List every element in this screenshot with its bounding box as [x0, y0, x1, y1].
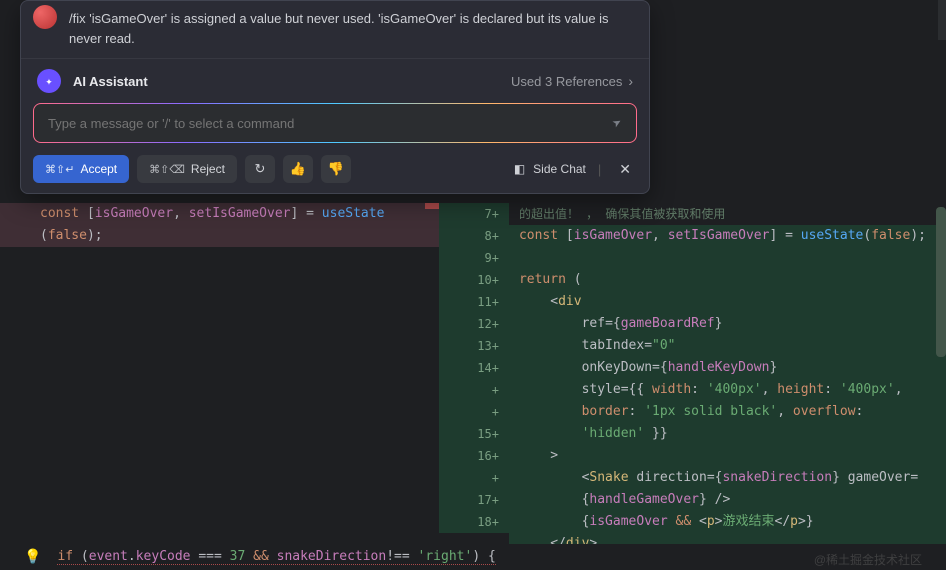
reject-label: Reject	[191, 162, 225, 176]
gutter-line: 17+	[439, 489, 509, 511]
references-text: Used 3 References	[511, 74, 622, 89]
error-mark[interactable]	[425, 203, 439, 209]
accept-label: Accept	[80, 162, 117, 176]
gutter-line: 16+	[439, 445, 509, 467]
bottom-code-line: if (event.keyCode === 37 && snakeDirecti…	[57, 549, 495, 565]
accept-button[interactable]: ⌘⇧↵ Accept	[33, 155, 129, 183]
refresh-button[interactable]: ↻	[245, 155, 275, 183]
diff-right-pane: 的超出值！ ， 确保其值被获取和使用 const [isGameOver, se…	[509, 195, 946, 540]
gutter-line: 7+	[439, 203, 509, 225]
input-container: ➤	[33, 103, 637, 143]
user-avatar	[33, 5, 57, 29]
gutter-line: 14+	[439, 357, 509, 379]
refresh-icon: ↻	[254, 161, 265, 177]
line-gutter: 7+ 8+ 9+ 10+ 11+ 12+ 13+ 14+ + + 15+ 16+…	[439, 195, 509, 540]
bottom-editor-line: 💡 if (event.keyCode === 37 && snakeDirec…	[0, 544, 946, 570]
accept-shortcut: ⌘⇧↵	[45, 163, 74, 176]
references-link[interactable]: Used 3 References ›	[511, 73, 633, 89]
gutter-line: 18+	[439, 511, 509, 533]
watermark: @稀土掘金技术社区	[814, 551, 922, 568]
gutter-line: 11+	[439, 291, 509, 313]
main-scrollbar[interactable]	[938, 0, 946, 40]
left-scrollbar[interactable]	[425, 195, 439, 339]
thumbs-up-icon: 👍	[290, 161, 306, 177]
gutter-line: +	[439, 401, 509, 423]
thumbs-down-button[interactable]: 👎	[321, 155, 351, 183]
inline-hint: 的超出值！ ， 确保其值被获取和使用	[509, 203, 946, 225]
lightbulb-icon[interactable]: 💡	[24, 549, 41, 565]
panel-icon: ◧	[514, 162, 525, 176]
divider: |	[598, 162, 601, 177]
gutter-line: 8+	[439, 225, 509, 247]
gutter-line: +	[439, 467, 509, 489]
ai-assistant-panel: /fix 'isGameOver' is assigned a value bu…	[20, 0, 650, 194]
reject-button[interactable]: ⌘⇧⌫ Reject	[137, 155, 237, 183]
warning-row: /fix 'isGameOver' is assigned a value bu…	[21, 1, 649, 59]
action-row: ⌘⇧↵ Accept ⌘⇧⌫ Reject ↻ 👍 👎 ◧ Side Chat …	[21, 143, 649, 183]
diff-view: const [isGameOver, setIsGameOver] = useS…	[0, 195, 946, 540]
gutter-line: 13+	[439, 335, 509, 357]
gutter-line: 10+	[439, 269, 509, 291]
message-input[interactable]	[48, 116, 613, 131]
scroll-thumb[interactable]	[936, 207, 946, 357]
ai-avatar-icon: ✦	[37, 69, 61, 93]
gutter-line: +	[439, 379, 509, 401]
close-button[interactable]: ✕	[613, 161, 637, 178]
gutter-line: 15+	[439, 423, 509, 445]
reject-shortcut: ⌘⇧⌫	[149, 163, 185, 176]
gutter-line: 9+	[439, 247, 509, 269]
chevron-right-icon: ›	[628, 73, 633, 89]
diff-left-pane: const [isGameOver, setIsGameOver] = useS…	[0, 195, 439, 540]
gutter-line: 12+	[439, 313, 509, 335]
side-chat-button[interactable]: ◧ Side Chat	[514, 162, 586, 176]
left-code: const [isGameOver, setIsGameOver] = useS…	[0, 195, 439, 540]
ai-assistant-label: AI Assistant	[73, 74, 148, 89]
thumbs-down-icon: 👎	[328, 161, 344, 177]
right-scrollbar[interactable]	[936, 195, 946, 540]
warning-text: /fix 'isGameOver' is assigned a value bu…	[69, 9, 633, 48]
side-chat-label: Side Chat	[533, 162, 586, 176]
thumbs-up-button[interactable]: 👍	[283, 155, 313, 183]
ai-header-row: ✦ AI Assistant Used 3 References ›	[21, 59, 649, 103]
